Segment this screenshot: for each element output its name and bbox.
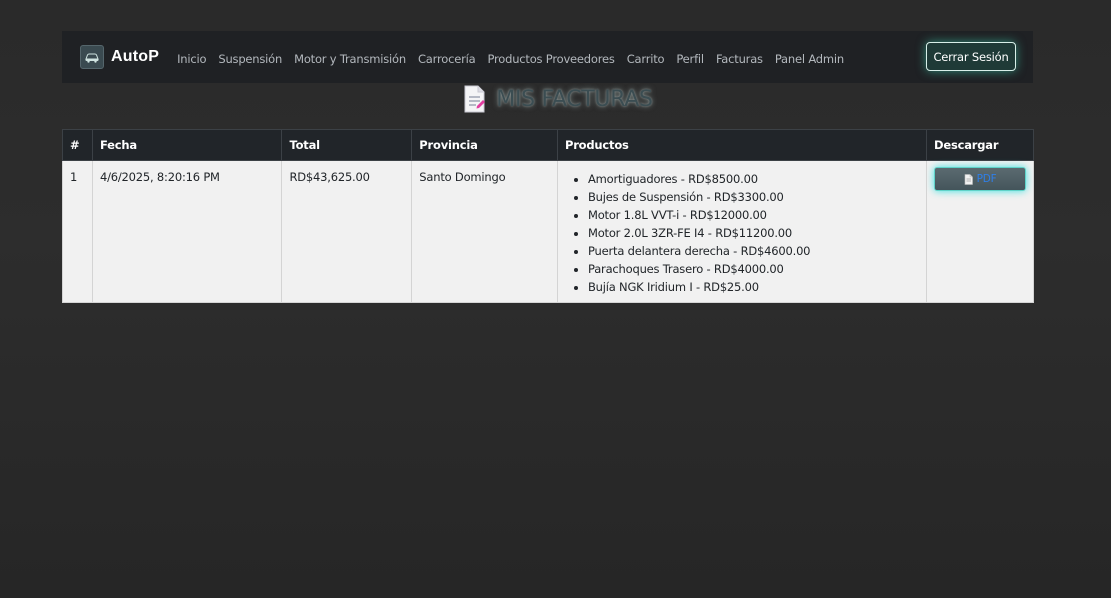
cell-index: 1	[62, 160, 93, 303]
column-header-provincia: Provincia	[411, 129, 558, 161]
column-header-total: Total	[281, 129, 413, 161]
column-header-index: #	[62, 129, 93, 161]
nav-link-carroceria[interactable]: Carrocería	[418, 52, 476, 66]
cell-total: RD$43,625.00	[281, 160, 413, 303]
logout-button[interactable]: Cerrar Sesión	[926, 42, 1016, 71]
nav-link-facturas[interactable]: Facturas	[716, 52, 763, 66]
column-header-productos: Productos	[556, 129, 928, 161]
car-logo-icon	[80, 45, 104, 69]
cell-descargar: PDF	[926, 160, 1034, 303]
download-pdf-button[interactable]: PDF	[934, 167, 1026, 191]
document-icon	[464, 85, 486, 113]
header-row: # Fecha Total Provincia Productos Descar…	[62, 129, 1034, 161]
cell-productos: Amortiguadores - RD$8500.00 Bujes de Sus…	[556, 160, 928, 303]
page-title-group: MIS FACTURAS	[462, 85, 653, 113]
list-item: Parachoques Trasero - RD$4000.00	[588, 260, 919, 278]
navbar: AutoP Inicio Suspensión Motor y Transmis…	[62, 31, 1033, 83]
page-title-wrapper: MIS FACTURAS	[0, 85, 1111, 113]
products-list: Amortiguadores - RD$8500.00 Bujes de Sus…	[565, 170, 919, 296]
nav-link-motor-transmision[interactable]: Motor y Transmisión	[294, 52, 406, 66]
list-item: Bujes de Suspensión - RD$3300.00	[588, 188, 919, 206]
list-item: Amortiguadores - RD$8500.00	[588, 170, 919, 188]
table-row: 1 4/6/2025, 8:20:16 PM RD$43,625.00 Sant…	[62, 160, 1034, 303]
list-item: Puerta delantera derecha - RD$4600.00	[588, 242, 919, 260]
nav-link-productos-proveedores[interactable]: Productos Proveedores	[487, 52, 614, 66]
page-title: MIS FACTURAS	[496, 86, 653, 112]
document-icon	[964, 173, 973, 185]
list-item: Motor 2.0L 3ZR-FE I4 - RD$11200.00	[588, 224, 919, 242]
invoices-table: # Fecha Total Provincia Productos Descar…	[62, 129, 1034, 303]
table-body: 1 4/6/2025, 8:20:16 PM RD$43,625.00 Sant…	[62, 160, 1034, 303]
list-item: Motor 1.8L VVT-i - RD$12000.00	[588, 206, 919, 224]
nav-link-inicio[interactable]: Inicio	[177, 52, 206, 66]
download-pdf-label: PDF	[976, 173, 997, 185]
cell-provincia: Santo Domingo	[411, 160, 558, 303]
nav-link-panel-admin[interactable]: Panel Admin	[775, 52, 844, 66]
brand-name: AutoP	[111, 48, 160, 65]
nav-link-perfil[interactable]: Perfil	[676, 52, 704, 66]
column-header-descargar: Descargar	[926, 129, 1034, 161]
brand[interactable]: AutoP	[80, 45, 159, 69]
list-item: Bujía NGK Iridium I - RD$25.00	[588, 278, 919, 296]
table-header: # Fecha Total Provincia Productos Descar…	[62, 129, 1034, 161]
column-header-fecha: Fecha	[91, 129, 283, 161]
cell-fecha: 4/6/2025, 8:20:16 PM	[91, 160, 283, 303]
nav-link-carrito[interactable]: Carrito	[627, 52, 665, 66]
nav-links: Inicio Suspensión Motor y Transmisión Ca…	[177, 52, 856, 66]
nav-link-suspension[interactable]: Suspensión	[218, 52, 282, 66]
